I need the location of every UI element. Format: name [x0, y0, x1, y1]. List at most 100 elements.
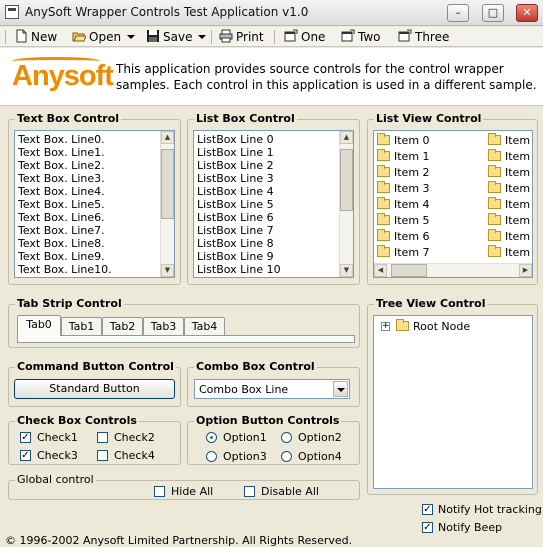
- save-disk-icon: [146, 29, 160, 43]
- tab-2[interactable]: Tab2: [102, 317, 143, 335]
- folder-icon: [488, 245, 501, 257]
- scroll-left-icon[interactable]: ◀: [374, 264, 387, 277]
- combo-group-title: Combo Box Control: [194, 360, 317, 373]
- minimize-button[interactable]: –: [447, 4, 469, 22]
- option3-radio[interactable]: [206, 451, 217, 462]
- toolbar-separator: [274, 30, 275, 44]
- list-box-item[interactable]: ListBox Line 9: [194, 250, 353, 263]
- three-button[interactable]: Three: [398, 29, 449, 45]
- list-box-item[interactable]: ListBox Line 3: [194, 172, 353, 185]
- disable-all-checkbox[interactable]: [244, 486, 255, 497]
- folder-icon: [488, 165, 501, 177]
- list-view-item[interactable]: Item 1: [488, 165, 532, 180]
- tree-view[interactable]: + Root Node: [373, 315, 533, 489]
- list-view-item[interactable]: Item 1: [377, 149, 430, 164]
- list-box-item[interactable]: ListBox Line 4: [194, 185, 353, 198]
- list-view-item[interactable]: Item 7: [377, 245, 430, 260]
- tab-4[interactable]: Tab4: [184, 317, 225, 335]
- check1-label: Check1: [37, 431, 78, 444]
- notify-hot-tracking-checkbox[interactable]: ✓: [422, 504, 433, 515]
- list-box-item[interactable]: ListBox Line 0: [194, 133, 353, 146]
- check3-checkbox[interactable]: ✓: [20, 450, 31, 461]
- option1-radio[interactable]: [206, 432, 217, 443]
- scroll-down-icon[interactable]: ▼: [161, 264, 174, 277]
- checkbox-group-title: Check Box Controls: [15, 414, 139, 427]
- list-box-scrollbar[interactable]: ▲ ▼: [339, 131, 353, 277]
- list-view-item-label: Item 6: [394, 230, 430, 243]
- list-box-item[interactable]: ListBox Line 7: [194, 224, 353, 237]
- two-button[interactable]: Two: [341, 29, 381, 45]
- list-box[interactable]: ListBox Line 0 ListBox Line 1 ListBox Line…: [193, 130, 354, 278]
- list-view-item[interactable]: Item 1: [488, 229, 532, 244]
- list-box-item[interactable]: ListBox Line 6: [194, 211, 353, 224]
- option-group-title: Option Button Controls: [194, 414, 342, 427]
- tab-3[interactable]: Tab3: [143, 317, 184, 335]
- list-view-item[interactable]: Item 5: [377, 213, 430, 228]
- list-view-item[interactable]: Item 9: [488, 149, 532, 164]
- list-view-item[interactable]: Item 8: [488, 133, 532, 148]
- list-view-item[interactable]: Item 2: [377, 165, 430, 180]
- scroll-right-icon[interactable]: ▶: [519, 264, 532, 277]
- folder-icon: [377, 197, 390, 209]
- printer-icon: [219, 29, 233, 43]
- text-box-scrollbar[interactable]: ▲ ▼: [160, 131, 174, 277]
- list-view-item[interactable]: Item 1: [488, 245, 532, 260]
- save-dropdown-arrow-icon[interactable]: [198, 35, 207, 39]
- scroll-thumb[interactable]: [391, 264, 427, 277]
- list-box-item[interactable]: ListBox Line 1: [194, 146, 353, 159]
- check2-checkbox[interactable]: [97, 432, 108, 443]
- text-box[interactable]: Text Box. Line0. Text Box. Line1. Text Box…: [14, 130, 175, 278]
- scroll-thumb[interactable]: [161, 149, 174, 219]
- scroll-up-icon[interactable]: ▲: [161, 131, 174, 144]
- folder-icon: [396, 319, 409, 331]
- list-view-scrollbar[interactable]: ◀ ▶: [374, 263, 532, 277]
- tree-node-root[interactable]: Root Node: [396, 319, 470, 333]
- list-view-item[interactable]: Item 0: [377, 133, 430, 148]
- expand-plus-icon[interactable]: +: [381, 322, 390, 331]
- open-folder-icon: [72, 29, 87, 43]
- notify-beep-label: Notify Beep: [438, 521, 503, 534]
- list-box-item[interactable]: ListBox Line 2: [194, 159, 353, 172]
- notify-beep-checkbox[interactable]: ✓: [422, 522, 433, 533]
- list-box-item[interactable]: ListBox Line 5: [194, 198, 353, 211]
- text-box-line: Text Box. Line4.: [18, 185, 105, 198]
- one-button[interactable]: One: [284, 29, 325, 45]
- option4-radio[interactable]: [281, 451, 292, 462]
- standard-button[interactable]: Standard Button: [14, 379, 175, 399]
- close-button[interactable]: ✕: [516, 4, 538, 22]
- print-button[interactable]: Print: [219, 29, 264, 45]
- list-view-item[interactable]: Item 4: [377, 197, 430, 212]
- tab-1[interactable]: Tab1: [61, 317, 102, 335]
- check4-checkbox[interactable]: [97, 450, 108, 461]
- open-dropdown-arrow-icon[interactable]: [127, 35, 136, 39]
- banner-description: This application provides source control…: [116, 62, 537, 92]
- list-view-item[interactable]: Item 6: [377, 229, 430, 244]
- combo-box[interactable]: Combo Box Line: [194, 379, 350, 399]
- scroll-thumb[interactable]: [340, 149, 353, 211]
- open-button[interactable]: Open: [72, 29, 136, 45]
- main-window: AnySoft Wrapper Controls Test Applicatio…: [0, 0, 543, 547]
- chevron-down-icon[interactable]: [333, 381, 348, 397]
- app-window-icon: [5, 5, 19, 19]
- hide-all-checkbox[interactable]: [154, 486, 165, 497]
- list-view-item[interactable]: Item 1: [488, 197, 532, 212]
- tabstrip-group: Tab Strip Control Tab0 Tab1 Tab2 Tab3 Ta…: [8, 297, 360, 348]
- print-label: Print: [236, 30, 264, 44]
- list-box-item[interactable]: ListBox Line 10: [194, 263, 353, 276]
- option2-radio[interactable]: [281, 432, 292, 443]
- maximize-button[interactable]: □: [482, 4, 504, 22]
- list-view[interactable]: Item 0 Item 1 Item 2 Item 3 Item 4 Item 5 Item…: [373, 130, 533, 278]
- title-bar[interactable]: AnySoft Wrapper Controls Test Applicatio…: [0, 0, 543, 26]
- list-view-item[interactable]: Item 3: [377, 181, 430, 196]
- tabstrip-group-title: Tab Strip Control: [15, 297, 124, 310]
- new-button[interactable]: New: [14, 29, 57, 45]
- list-box-item[interactable]: ListBox Line 8: [194, 237, 353, 250]
- scroll-down-icon[interactable]: ▼: [340, 264, 353, 277]
- list-view-item[interactable]: Item 1: [488, 213, 532, 228]
- list-view-item[interactable]: Item 1: [488, 181, 532, 196]
- check1-checkbox[interactable]: ✓: [20, 432, 31, 443]
- list-view-item-label: Item 1: [394, 150, 430, 163]
- tab-0[interactable]: Tab0: [17, 315, 61, 336]
- save-button[interactable]: Save: [146, 29, 207, 45]
- scroll-up-icon[interactable]: ▲: [340, 131, 353, 144]
